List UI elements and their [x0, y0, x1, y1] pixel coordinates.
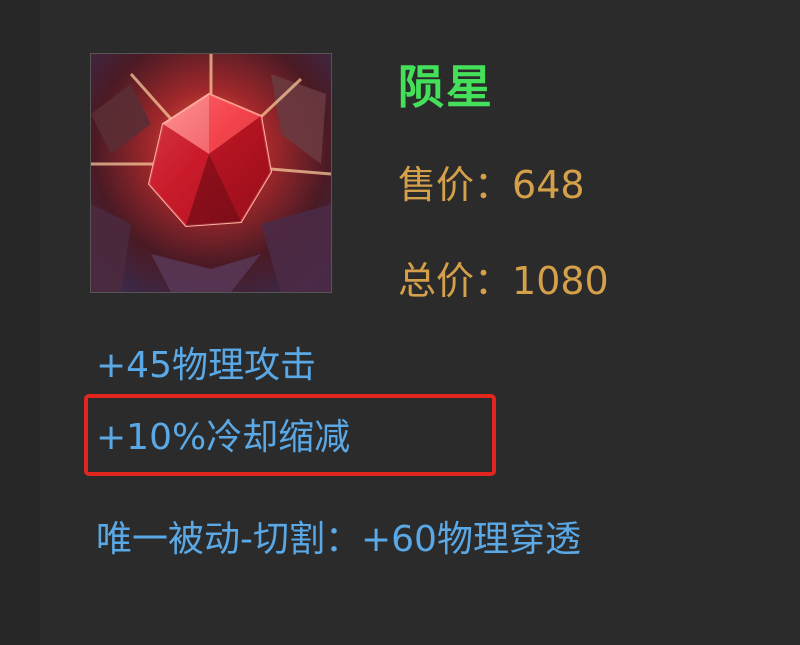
sell-price-row: 售价：648: [398, 166, 585, 204]
total-price-row: 总价：1080: [398, 262, 609, 300]
total-price-value: 1080: [512, 259, 609, 303]
sell-price-value: 648: [512, 163, 585, 207]
panel-edge: [0, 0, 40, 645]
item-name: 陨星: [398, 60, 494, 114]
stat-passive-penetration: 唯一被动-切割：+60物理穿透: [96, 519, 581, 560]
sell-price-label: 售价：: [398, 163, 513, 207]
item-tooltip-panel: 陨星 售价：648 总价：1080 +45物理攻击 +10%冷却缩减 唯一被动-…: [0, 0, 800, 645]
total-price-label: 总价：: [398, 259, 513, 303]
stat-physical-attack: +45物理攻击: [96, 345, 316, 386]
meteor-gem-icon: [90, 53, 332, 293]
stat-cooldown-reduction: +10%冷却缩减: [96, 417, 351, 458]
